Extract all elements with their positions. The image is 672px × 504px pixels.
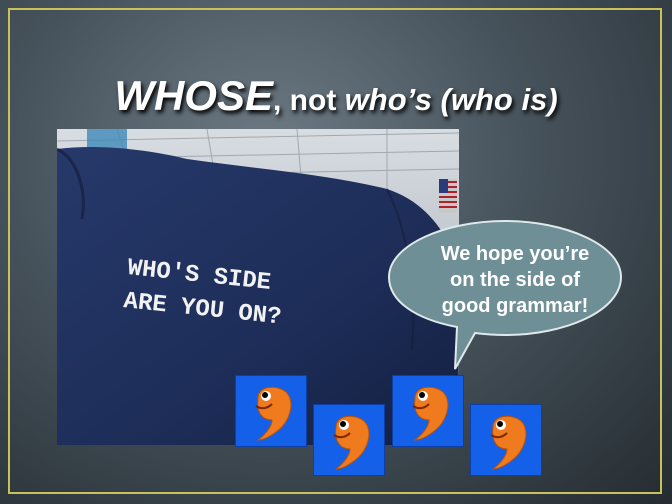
comma-mascot-4 — [470, 404, 542, 476]
comma-mascot-icon — [412, 386, 449, 441]
title-whose: WHOSE — [114, 72, 273, 119]
callout-line3: good grammar! — [441, 295, 589, 317]
callout-line2: on the side of — [450, 269, 580, 291]
title-whos: who’s (who is) — [344, 82, 558, 117]
callout-line1: We hope you’re — [440, 243, 590, 265]
comma-mascot-3 — [392, 375, 464, 447]
slide-title: WHOSE, not who’s (who is) — [0, 72, 672, 120]
comma-mascot-1 — [235, 375, 307, 447]
comma-mascot-icon — [255, 386, 292, 441]
speech-bubble-text: We hope you’re on the side of good gramm… — [400, 241, 630, 319]
flag-icon — [439, 179, 457, 213]
title-not: , not — [273, 84, 345, 117]
comma-mascot-icon — [333, 415, 370, 470]
comma-mascot-2 — [313, 404, 385, 476]
comma-mascot-icon — [490, 415, 527, 470]
